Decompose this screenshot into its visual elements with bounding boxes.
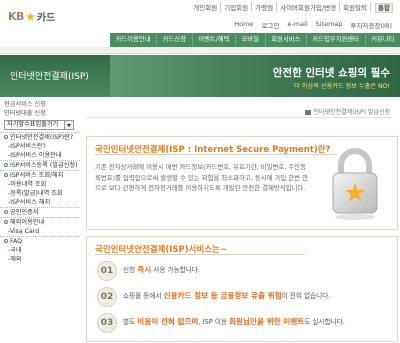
util-link-cyber-member[interactable]: 사이버회원가입/변경 <box>276 2 339 12</box>
bullet-icon <box>4 239 8 243</box>
sidebar-section-overseas[interactable]: 해외이용안내 <box>0 217 80 227</box>
step-highlight: 즉시 <box>137 265 152 274</box>
util-link-login[interactable]: 로그인 <box>257 20 283 30</box>
util-link-merchant[interactable]: 가맹점 <box>251 2 276 12</box>
logo-kb-text: KB <box>8 9 24 23</box>
kb-card-logo[interactable]: KB 카드 <box>8 9 56 24</box>
sidebar-item-visa-card[interactable]: -Visa Card <box>0 227 80 236</box>
util-link-business[interactable]: 기업회원 <box>220 2 251 12</box>
sidebar-section-label: 공인인증서 <box>10 209 39 216</box>
sidebar-item-registration-history[interactable]: -등록(발급)내역 조회 <box>0 189 80 198</box>
nav-item-events[interactable]: 이벤트/혜택 <box>191 33 235 47</box>
breadcrumb: 인터넷안전결제(ISP) 발급신청 <box>305 107 390 116</box>
utility-links-top: 개인회원 기업회원 가맹점 사이버회원가입/변경 회원탈퇴 통합 <box>190 2 396 13</box>
bullet-icon <box>4 135 8 139</box>
quick-menu-select[interactable]: 자기앞수표입출가기 <box>4 120 74 130</box>
sidebar-link-cash-service[interactable]: 현금서비스 신청 <box>0 100 80 109</box>
step-text-part: 별도 <box>123 318 138 326</box>
left-sidebar: 현금서비스 신청 인터넷대출 신청 자기앞수표입출가기 인터넷안전결제(ISP)… <box>0 100 80 343</box>
step-number-badge: 03 <box>97 313 117 333</box>
sidebar-item-faq-domestic[interactable]: -국내 <box>0 246 80 255</box>
sidebar-item-faq-overseas[interactable]: -해외 <box>0 255 80 264</box>
step-highlight: 회원님만을 위한 이벤트 <box>229 317 305 326</box>
isp-benefits-box: 국민인터넷안전결제(ISP)서비스는~ 01 신청 즉시 사용 가능합니다. 0… <box>86 236 398 342</box>
step-text-part: 쇼핑몰 등에서 <box>123 292 164 300</box>
sidebar-section-label: ISP서비스 조회/해지 <box>10 172 64 179</box>
sidebar-item-isp-cancel[interactable]: -ISP서비스 해지 <box>0 198 80 207</box>
util-link-sitemap[interactable]: Sitemap <box>312 20 347 30</box>
star-icon <box>25 11 35 21</box>
step-text: 신청 즉시 사용 가능합니다. <box>123 264 391 276</box>
util-link-withdraw[interactable]: 회원탈퇴 <box>339 2 370 12</box>
sidebar-section-faq[interactable]: FAQ <box>0 236 80 246</box>
sidebar-section-label: 인터넷안전결제(ISP)란? <box>10 134 74 141</box>
step-text: 쇼핑몰 등에서 신용카드 정보 등 금융정보 유출 위험이 전혀 없습니다. <box>123 290 391 302</box>
bullet-icon <box>4 173 8 177</box>
divider <box>95 254 305 255</box>
top-bar: KB 카드 개인회원 기업회원 가맹점 사이버회원가입/변경 회원탈퇴 통합 H… <box>0 0 400 30</box>
bullet-icon <box>4 220 8 224</box>
home-icon <box>305 110 312 115</box>
sidebar-section-isp-register[interactable]: ISP서비스등록 (발급신청) <box>0 160 80 170</box>
chevron-down-icon <box>64 121 73 129</box>
bullet-icon <box>4 210 8 214</box>
step-number-badge: 01 <box>97 261 117 281</box>
step-text-part: 사용 가능합니다. <box>151 266 200 274</box>
sidebar-section-isp-manage[interactable]: ISP서비스 조회/해지 <box>0 170 80 180</box>
util-link-personal[interactable]: 개인회원 <box>190 2 220 12</box>
util-tag: 통합 <box>375 3 393 13</box>
divider <box>95 154 337 155</box>
nav-item-card-apply[interactable]: 카드신청 <box>156 33 191 47</box>
sidebar-item-isp-guide[interactable]: -ISP서비스 이용안내 <box>0 151 80 160</box>
sidebar-section-isp-about[interactable]: 인터넷안전결제(ISP)란? <box>0 132 80 142</box>
step-text-part: 신청 <box>123 266 138 274</box>
nav-subbar <box>0 47 400 54</box>
divider <box>86 117 392 118</box>
banner-section-title: 인터넷안전결제(ISP) <box>10 72 89 82</box>
sidebar-section-label: ISP서비스등록 (발급신청) <box>10 162 78 169</box>
logo-card-text: 카드 <box>36 12 56 24</box>
benefit-step: 01 신청 즉시 사용 가능합니다. <box>97 261 393 285</box>
step-highlight: 신용카드 정보 등 금융정보 유출 위험 <box>163 291 282 300</box>
quick-menu-value: 자기앞수표입출가기 <box>7 121 59 128</box>
nav-item-card-guide[interactable]: 카드이용안내 <box>110 33 156 47</box>
step-text: 별도 비용이 전혀 없으며, ISP 이용 회원님만을 위한 이벤트도 실시합니… <box>123 316 391 328</box>
banner-visual: 안전한 인터넷 쇼핑의 필수 더 이상의 신용카드 정보 누출은 NO! <box>110 55 400 97</box>
benefit-step: 03 별도 비용이 전혀 없으며, ISP 이용 회원님만을 위한 이벤트도 실… <box>97 313 393 337</box>
bullet-icon <box>4 163 8 167</box>
main-content: 인터넷안전결제(ISP) 발급신청 국민인터넷안전결제(ISP : Intern… <box>86 100 400 343</box>
banner-section-title-block: 인터넷안전결제(ISP) <box>0 55 110 97</box>
step-text-part: 도 실시합니다. <box>304 318 345 326</box>
sidebar-item-isp-what[interactable]: -ISP서비스란? <box>0 142 80 151</box>
util-link-home[interactable]: Home <box>230 20 257 30</box>
utility-links-secondary: Home 로그인 e-mail Sitemap 투자자광장(IR) <box>230 20 396 30</box>
sidebar-section-certificate[interactable]: 공인인증서 <box>0 207 80 217</box>
benefit-step: 02 쇼핑몰 등에서 신용카드 정보 등 금융정보 유출 위험이 전혀 없습니다… <box>97 287 393 311</box>
util-link-email[interactable]: e-mail <box>283 20 311 30</box>
isp-about-text: 기존 전자상거래에 이용시 매번 카드정보(카드번호, 유효기간, 비밀번호, … <box>95 163 308 192</box>
step-text-part: 이 전혀 없습니다. <box>281 292 331 300</box>
sidebar-link-loan[interactable]: 인터넷대출 신청 <box>0 109 80 118</box>
step-highlight: 비용이 전혀 없으며 <box>137 317 199 326</box>
breadcrumb-text: 인터넷안전결제(ISP) 발급신청 <box>313 109 390 116</box>
nav-item-support-center[interactable]: 카드업무지원센터 <box>305 33 365 47</box>
isp-about-box: 국민인터넷안전결제(ISP : Internet Secure Payment)… <box>86 136 398 230</box>
util-link-ir[interactable]: 투자자광장(IR) <box>347 20 396 30</box>
banner-slogan: 안전한 인터넷 쇼핑의 필수 <box>272 67 390 79</box>
nav-item-member-service[interactable]: 회원서비스 <box>264 33 306 47</box>
main-nav: 카드이용안내 카드신청 이벤트/혜택 모바일 회원서비스 카드업무지원센터 커뮤… <box>110 33 400 47</box>
util-link-extra[interactable]: 통합 <box>370 2 396 13</box>
sidebar-item-usage-history[interactable]: -이용내역 조회 <box>0 180 80 189</box>
step-number-badge: 02 <box>97 287 117 307</box>
nav-item-mobile[interactable]: 모바일 <box>234 33 265 47</box>
padlock-icon <box>332 148 378 220</box>
step-text-part: , ISP 이용 <box>198 318 230 326</box>
nav-item-community[interactable]: 커뮤니티 <box>364 33 400 47</box>
hero-banner: 인터넷안전결제(ISP) 안전한 인터넷 쇼핑의 필수 더 이상의 신용카드 정… <box>0 55 400 97</box>
sidebar-section-label: FAQ <box>10 238 22 245</box>
sidebar-section-label: 해외이용안내 <box>10 219 45 226</box>
banner-subtitle: 더 이상의 신용카드 정보 누출은 NO! <box>294 83 390 90</box>
